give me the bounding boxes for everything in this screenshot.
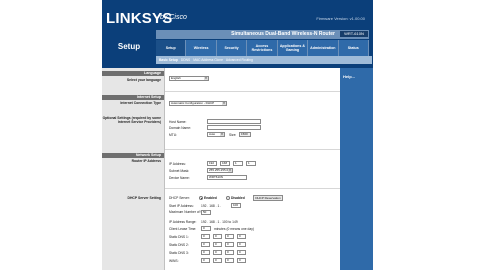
section-title: Setup bbox=[102, 40, 156, 68]
dns2-octet-1[interactable]: 0 bbox=[201, 242, 210, 247]
mtu-mode-select[interactable]: Auto ▾ bbox=[207, 132, 225, 137]
dhcp-enabled-radio[interactable] bbox=[199, 196, 203, 200]
sub-tabs: Basic Setup DDNS MAC Address Clone Advan… bbox=[156, 56, 372, 64]
dns1-label: Static DNS 1: bbox=[169, 235, 189, 239]
router-ip-label: Router IP Address bbox=[131, 159, 161, 163]
product-bar: Simultaneous Dual-Band Wireless-N Router… bbox=[156, 30, 369, 39]
dhcp-server-label: DHCP Server: bbox=[169, 196, 190, 200]
subtab-mac-clone[interactable]: MAC Address Clone bbox=[193, 58, 223, 62]
settings-form: English ▾ Automatic Configuration - DHCP… bbox=[164, 68, 340, 270]
ip-range-value: 192 . 168 . 1 . 100 to 149 bbox=[201, 220, 238, 224]
network-setup-header: Network Setup bbox=[102, 153, 164, 158]
language-value: English bbox=[171, 76, 181, 80]
dns2-label: Static DNS 2: bbox=[169, 243, 189, 247]
dns2-octet-2[interactable]: 0 bbox=[213, 242, 222, 247]
subnet-mask-label: Subnet Mask: bbox=[169, 169, 190, 173]
domain-name-input[interactable] bbox=[207, 125, 261, 130]
domain-name-label: Domain Name: bbox=[169, 126, 191, 130]
dns3-label: Static DNS 3: bbox=[169, 251, 189, 255]
start-ip-last-octet[interactable]: 100 bbox=[231, 203, 241, 208]
dhcp-disabled-label: Disabled bbox=[231, 196, 245, 200]
ip-octet-4[interactable]: 1 bbox=[246, 161, 256, 166]
connection-type-label: Internet Connection Type bbox=[120, 101, 161, 105]
subtab-basic-setup[interactable]: Basic Setup bbox=[159, 58, 178, 62]
wins-octet-3[interactable]: 0 bbox=[225, 258, 234, 263]
start-ip-prefix: 192 . 168 . 1 . bbox=[201, 204, 222, 208]
ip-address-label: IP Address: bbox=[169, 162, 186, 166]
dhcp-disabled-radio[interactable] bbox=[226, 196, 230, 200]
model-badge: WRT-610N bbox=[340, 31, 368, 37]
dns3-octet-3[interactable]: 0 bbox=[225, 250, 234, 255]
settings-labels-column: Language Select your language Internet S… bbox=[102, 68, 164, 270]
dns1-octet-3[interactable]: 0 bbox=[225, 234, 234, 239]
tab-administration[interactable]: Administration bbox=[308, 40, 339, 56]
firmware-version: Firmware Version: v1.00.00 bbox=[316, 16, 365, 21]
mtu-size-input[interactable]: 1500 bbox=[239, 132, 251, 137]
main-tabs: Setup Wireless Security Access Restricti… bbox=[156, 40, 369, 56]
optional-settings-label: Optional Settings (required by some Inte… bbox=[102, 116, 161, 124]
language-select[interactable]: English ▾ bbox=[169, 76, 209, 81]
tab-security[interactable]: Security bbox=[217, 40, 248, 56]
lease-time-label: Client Lease Time: bbox=[169, 227, 197, 231]
dhcp-enabled-label: Enabled bbox=[204, 196, 217, 200]
ip-octet-2[interactable]: 168 bbox=[220, 161, 230, 166]
dns3-octet-4[interactable]: 0 bbox=[237, 250, 246, 255]
host-name-input[interactable] bbox=[207, 119, 261, 124]
product-name: Simultaneous Dual-Band Wireless-N Router bbox=[231, 31, 335, 37]
dhcp-reservation-button[interactable]: DHCP Reservation bbox=[253, 195, 283, 201]
tab-access-restrictions[interactable]: Access Restrictions bbox=[247, 40, 278, 56]
divider bbox=[165, 149, 340, 150]
dhcp-settings-label: DHCP Server Setting bbox=[127, 196, 161, 200]
ip-octet-1[interactable]: 192 bbox=[207, 161, 217, 166]
mtu-mode-value: Auto bbox=[209, 132, 216, 136]
wins-label: WINS: bbox=[169, 259, 179, 263]
dns2-octet-3[interactable]: 0 bbox=[225, 242, 234, 247]
dns1-octet-4[interactable]: 0 bbox=[237, 234, 246, 239]
dns2-octet-4[interactable]: 0 bbox=[237, 242, 246, 247]
ip-range-label: IP Address Range: bbox=[169, 220, 197, 224]
tab-wireless[interactable]: Wireless bbox=[186, 40, 217, 56]
ip-octet-3[interactable]: 1 bbox=[233, 161, 243, 166]
subnet-mask-value: 255.255.255.0 bbox=[209, 168, 229, 172]
subtab-advanced-routing[interactable]: Advanced Routing bbox=[226, 58, 253, 62]
wins-octet-2[interactable]: 0 bbox=[213, 258, 222, 263]
device-name-input[interactable]: WRT610N bbox=[207, 175, 247, 180]
help-panel: Help... bbox=[340, 68, 373, 270]
subtab-ddns[interactable]: DDNS bbox=[181, 58, 190, 62]
language-header: Language bbox=[102, 71, 164, 76]
router-page: LINKSYS by Cisco Firmware Version: v1.00… bbox=[102, 0, 373, 270]
tab-applications-gaming[interactable]: Applications & Gaming bbox=[278, 40, 309, 56]
dns1-octet-1[interactable]: 0 bbox=[201, 234, 210, 239]
max-users-input[interactable]: 50 bbox=[201, 210, 211, 215]
host-name-label: Host Name: bbox=[169, 120, 187, 124]
internet-setup-header: Internet Setup bbox=[102, 95, 164, 100]
dns3-octet-2[interactable]: 0 bbox=[213, 250, 222, 255]
connection-type-value: Automatic Configuration - DHCP bbox=[171, 101, 215, 105]
lease-time-input[interactable]: 0 bbox=[201, 226, 211, 231]
tab-setup[interactable]: Setup bbox=[156, 40, 187, 56]
mtu-size-label: Size: bbox=[229, 133, 237, 137]
chevron-down-icon: ▾ bbox=[204, 76, 208, 80]
select-language-label: Select your language bbox=[126, 78, 161, 82]
dns3-octet-1[interactable]: 0 bbox=[201, 250, 210, 255]
chevron-down-icon: ▾ bbox=[222, 101, 226, 105]
start-ip-label: Start IP Address: bbox=[169, 204, 194, 208]
wins-octet-4[interactable]: 0 bbox=[237, 258, 246, 263]
wins-octet-1[interactable]: 0 bbox=[201, 258, 210, 263]
divider bbox=[165, 188, 340, 189]
dns1-octet-2[interactable]: 0 bbox=[213, 234, 222, 239]
chevron-down-icon: ▾ bbox=[220, 132, 224, 136]
lease-time-note: minutes (0 means one day) bbox=[214, 227, 254, 231]
chevron-down-icon: ▾ bbox=[228, 168, 232, 172]
mtu-label: MTU: bbox=[169, 133, 178, 137]
tab-status[interactable]: Status bbox=[339, 40, 369, 56]
subnet-mask-select[interactable]: 255.255.255.0 ▾ bbox=[207, 168, 233, 173]
device-name-label: Device Name: bbox=[169, 176, 190, 180]
by-cisco: by Cisco bbox=[160, 14, 187, 21]
help-link[interactable]: Help... bbox=[343, 74, 355, 79]
connection-type-select[interactable]: Automatic Configuration - DHCP ▾ bbox=[169, 101, 227, 106]
divider bbox=[165, 91, 340, 92]
